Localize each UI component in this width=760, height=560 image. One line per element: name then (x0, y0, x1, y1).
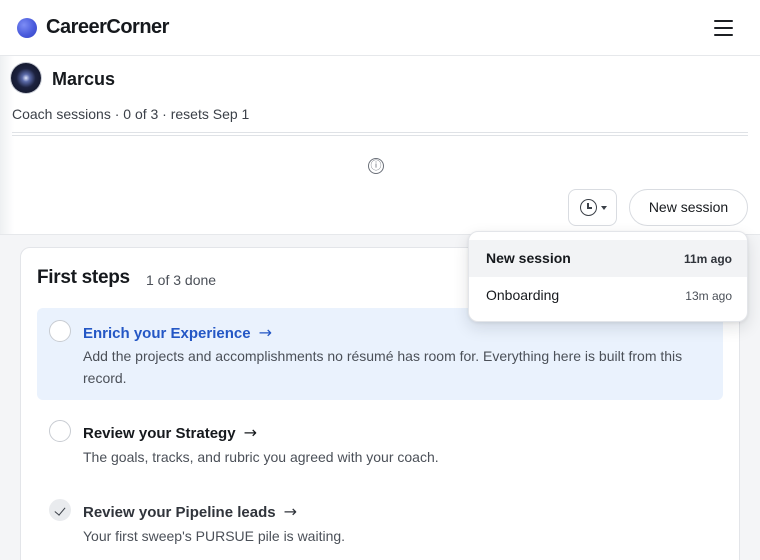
session-item-time: 13m ago (685, 289, 732, 303)
session-item-label: Onboarding (486, 287, 560, 303)
session-quota-text: Coach sessions · 0 of 3 · resets Sep 1 (12, 106, 250, 122)
profile-header: Marcus Coach sessions · 0 of 3 · resets … (0, 56, 760, 234)
first-steps-title: First steps (37, 267, 130, 288)
session-item-time: 11m ago (683, 252, 732, 266)
top-bar: CareerCorner (0, 0, 760, 56)
avatar (11, 63, 41, 93)
info-icon[interactable]: ⓘ (368, 158, 384, 174)
arrow-right-icon: → (258, 323, 272, 342)
session-item-label: New session (486, 250, 571, 266)
step-title[interactable]: Review your Strategy → (83, 423, 257, 442)
step-review-strategy[interactable]: Review your Strategy → The goals, tracks,… (37, 410, 723, 470)
session-item-onboarding[interactable]: Onboarding 13m ago (469, 277, 747, 314)
step-description: The goals, tracks, and rubric you agreed… (83, 449, 439, 465)
session-history-dropdown: New session 11m ago Onboarding 13m ago (468, 231, 748, 322)
step-review-pipeline[interactable]: Review your Pipeline leads → Your first s… (37, 489, 723, 549)
step-title[interactable]: Enrich your Experience → (83, 323, 272, 342)
caret-down-icon (601, 206, 607, 210)
step-checkbox[interactable] (49, 420, 71, 442)
hamburger-menu-icon[interactable] (714, 20, 734, 36)
step-description: Add the projects and accomplishments no … (83, 348, 683, 386)
step-checkbox[interactable] (49, 320, 71, 342)
step-checkbox-checked[interactable] (49, 499, 71, 521)
step-title[interactable]: Review your Pipeline leads → (83, 502, 297, 521)
first-steps-progress: 1 of 3 done (146, 272, 217, 288)
session-history-button[interactable] (568, 189, 617, 226)
clock-icon (580, 199, 597, 216)
step-description: Your first sweep's PURSUE pile is waitin… (83, 528, 346, 544)
session-item-new-session[interactable]: New session 11m ago (469, 240, 747, 277)
new-session-button[interactable]: New session (629, 189, 748, 226)
arrow-right-icon: → (243, 423, 257, 442)
arrow-right-icon: → (283, 502, 297, 521)
profile-name: Marcus (52, 69, 116, 89)
brand-name[interactable]: CareerCorner (46, 16, 169, 39)
brand-logo-icon (17, 18, 37, 38)
divider (12, 132, 748, 136)
